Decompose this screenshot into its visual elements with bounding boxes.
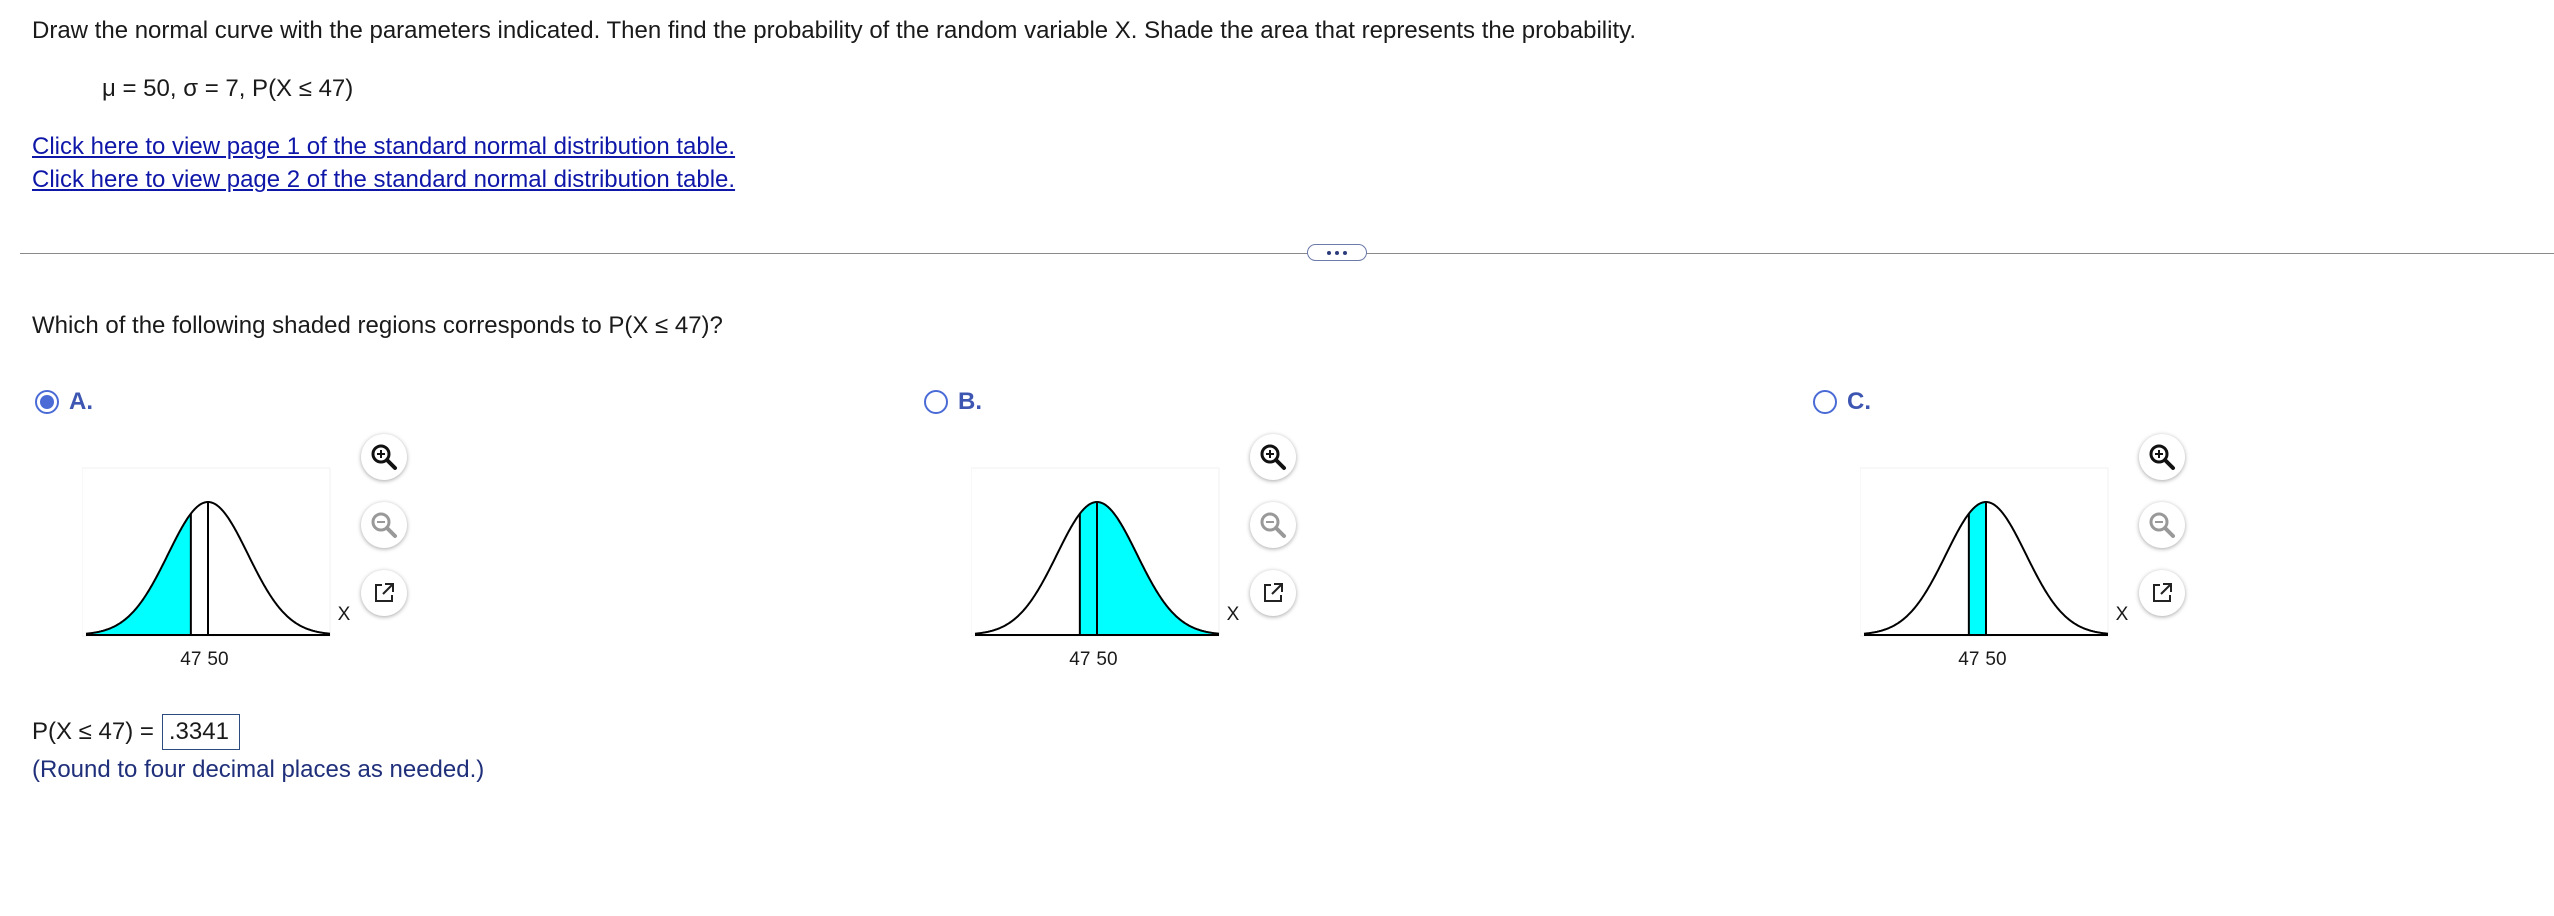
answer-input[interactable]: .3341 bbox=[161, 714, 240, 750]
zoom-out-icon bbox=[2149, 512, 2175, 538]
shaded-region bbox=[1079, 502, 1219, 635]
tick-label-47: 47 bbox=[1069, 649, 1090, 670]
graph-tools-c bbox=[2139, 430, 2189, 630]
shaded-region bbox=[1968, 502, 1986, 635]
tick-label-50: 50 bbox=[1096, 649, 1117, 670]
dot-icon bbox=[1343, 250, 1347, 255]
popout-button[interactable] bbox=[1250, 570, 1296, 616]
zoom-out-icon bbox=[1260, 512, 1286, 538]
tick-label-47: 47 bbox=[1958, 649, 1979, 670]
popout-button[interactable] bbox=[361, 570, 407, 616]
zoom-in-button[interactable] bbox=[1250, 434, 1296, 480]
zoom-in-icon bbox=[371, 444, 397, 470]
zoom-out-button[interactable] bbox=[2139, 502, 2185, 548]
zoom-in-button[interactable] bbox=[361, 434, 407, 480]
choice-b[interactable]: B. bbox=[924, 388, 982, 416]
tick-label-47: 47 bbox=[180, 649, 201, 670]
zoom-in-icon bbox=[2149, 444, 2175, 470]
zoom-out-button[interactable] bbox=[361, 502, 407, 548]
answer-label: P(X ≤ 47) = bbox=[32, 718, 154, 745]
section-divider bbox=[20, 253, 2554, 254]
graph-frame bbox=[82, 467, 331, 637]
question-prompt: Which of the following shaded regions co… bbox=[32, 312, 723, 339]
expand-toggle-button[interactable] bbox=[1307, 244, 1367, 261]
choice-c[interactable]: C. bbox=[1813, 388, 1871, 416]
dot-icon bbox=[1327, 250, 1331, 255]
choice-c-label: C. bbox=[1847, 388, 1871, 415]
question-parameters: μ = 50, σ = 7, P(X ≤ 47) bbox=[102, 75, 354, 102]
choice-b-label: B. bbox=[958, 388, 982, 415]
normal-table-page1-link[interactable]: Click here to view page 1 of the standar… bbox=[32, 130, 735, 164]
popout-button[interactable] bbox=[2139, 570, 2185, 616]
graph-tools-b bbox=[1250, 430, 1300, 630]
radio-button-a[interactable] bbox=[35, 390, 59, 414]
choice-a[interactable]: A. bbox=[35, 388, 93, 416]
axis-label-x: X bbox=[2116, 604, 2129, 625]
tick-label-50: 50 bbox=[207, 649, 228, 670]
answer-row: P(X ≤ 47) = .3341 bbox=[32, 714, 240, 750]
popout-icon bbox=[2153, 583, 2172, 602]
tick-label-50: 50 bbox=[1985, 649, 2006, 670]
normal-curve-graph-c: 47 50 X bbox=[1860, 467, 2129, 670]
normal-curve-graph-a: 47 50 X bbox=[82, 467, 351, 670]
question-instruction: Draw the normal curve with the parameter… bbox=[32, 17, 1637, 44]
axis-label-x: X bbox=[338, 604, 351, 625]
popout-icon bbox=[375, 583, 394, 602]
zoom-in-icon bbox=[1260, 444, 1286, 470]
rounding-note: (Round to four decimal places as needed.… bbox=[32, 756, 485, 783]
normal-table-page2-link[interactable]: Click here to view page 2 of the standar… bbox=[32, 163, 735, 197]
dot-icon bbox=[1335, 250, 1339, 255]
axis-label-x: X bbox=[1227, 604, 1240, 625]
zoom-out-button[interactable] bbox=[1250, 502, 1296, 548]
graph-tools-a bbox=[361, 430, 411, 630]
normal-curve-graph-b: 47 50 X bbox=[971, 467, 1240, 670]
shaded-region bbox=[86, 513, 191, 635]
zoom-in-button[interactable] bbox=[2139, 434, 2185, 480]
choice-a-label: A. bbox=[69, 388, 93, 415]
radio-button-b[interactable] bbox=[924, 390, 948, 414]
radio-button-c[interactable] bbox=[1813, 390, 1837, 414]
zoom-out-icon bbox=[371, 512, 397, 538]
popout-icon bbox=[1264, 583, 1283, 602]
